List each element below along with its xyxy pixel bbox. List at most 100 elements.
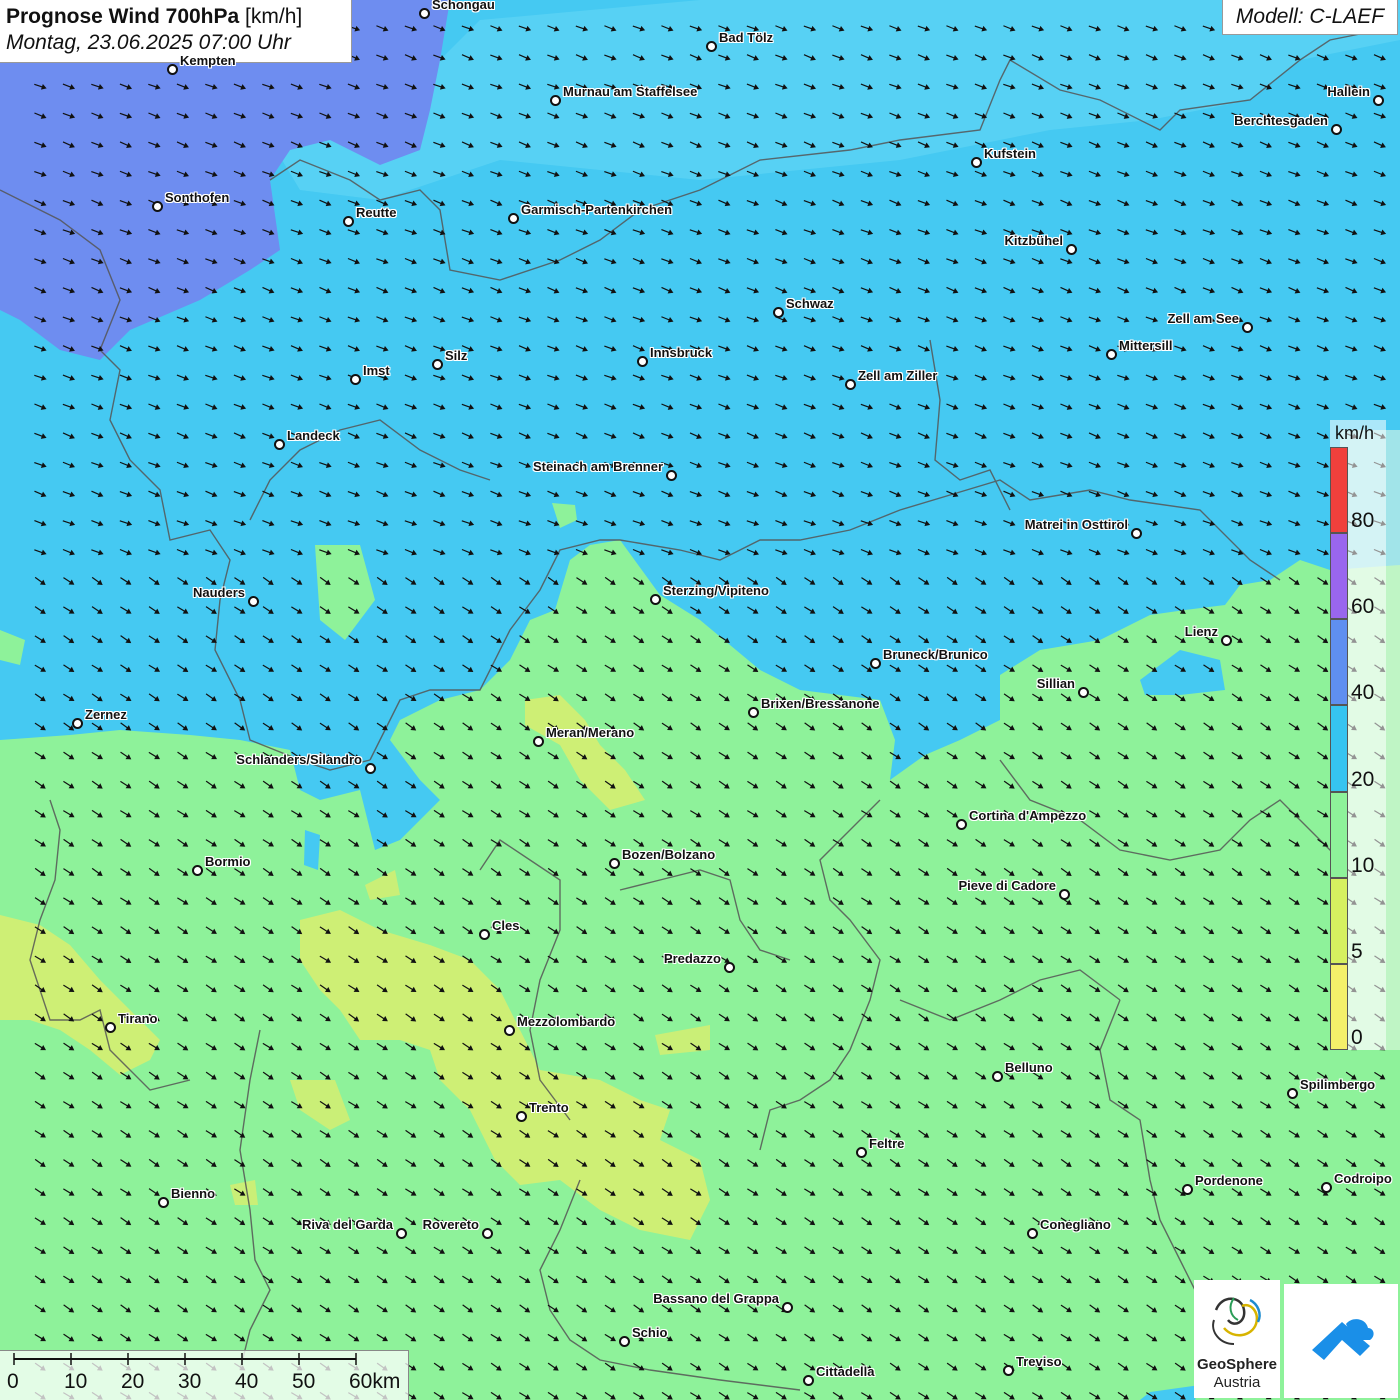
city-marker[interactable] (666, 470, 677, 481)
city-marker[interactable] (419, 8, 430, 19)
city-label[interactable]: Zell am See (1167, 311, 1239, 326)
city-label[interactable]: Bienno (171, 1186, 215, 1201)
city-label[interactable]: Rovereto (423, 1217, 479, 1232)
city-marker[interactable] (1321, 1182, 1332, 1193)
city-marker[interactable] (1242, 322, 1253, 333)
city-marker[interactable] (619, 1336, 630, 1347)
city-label[interactable]: Sonthofen (165, 190, 229, 205)
city-label[interactable]: Feltre (869, 1136, 904, 1151)
city-marker[interactable] (637, 356, 648, 367)
city-label[interactable]: Bozen/Bolzano (622, 847, 715, 862)
city-marker[interactable] (533, 736, 544, 747)
city-label[interactable]: Sillian (1037, 676, 1075, 691)
city-label[interactable]: Kempten (180, 53, 236, 68)
city-marker[interactable] (1331, 124, 1342, 135)
city-marker[interactable] (992, 1071, 1003, 1082)
city-label[interactable]: Pieve di Cadore (958, 878, 1056, 893)
city-label[interactable]: Berchtesgaden (1234, 113, 1328, 128)
city-marker[interactable] (609, 858, 620, 869)
city-label[interactable]: Cles (492, 918, 519, 933)
city-marker[interactable] (803, 1375, 814, 1386)
city-marker[interactable] (479, 929, 490, 940)
city-label[interactable]: Treviso (1016, 1354, 1062, 1369)
city-marker[interactable] (773, 307, 784, 318)
city-label[interactable]: Schlanders/Silandro (236, 752, 362, 767)
city-label[interactable]: Zernez (85, 707, 127, 722)
city-marker[interactable] (72, 718, 83, 729)
city-marker[interactable] (1106, 349, 1117, 360)
city-marker[interactable] (1003, 1365, 1014, 1376)
app-logo[interactable] (1284, 1284, 1398, 1398)
city-label[interactable]: Trento (529, 1100, 569, 1115)
city-marker[interactable] (343, 216, 354, 227)
city-marker[interactable] (1287, 1088, 1298, 1099)
city-label[interactable]: Nauders (193, 585, 245, 600)
city-label[interactable]: Innsbruck (650, 345, 712, 360)
city-label[interactable]: Bassano del Grappa (653, 1291, 779, 1306)
city-marker[interactable] (1066, 244, 1077, 255)
city-marker[interactable] (748, 707, 759, 718)
city-label[interactable]: Zell am Ziller (858, 368, 937, 383)
city-label[interactable]: Cittadella (816, 1364, 875, 1379)
city-marker[interactable] (782, 1302, 793, 1313)
city-marker[interactable] (550, 95, 561, 106)
city-marker[interactable] (1131, 528, 1142, 539)
city-label[interactable]: Silz (445, 348, 467, 363)
city-marker[interactable] (396, 1228, 407, 1239)
city-label[interactable]: Conegliano (1040, 1217, 1111, 1232)
city-marker[interactable] (1373, 95, 1384, 106)
city-marker[interactable] (706, 41, 717, 52)
city-marker[interactable] (274, 439, 285, 450)
city-marker[interactable] (192, 865, 203, 876)
city-marker[interactable] (350, 374, 361, 385)
city-label[interactable]: Sterzing/Vipiteno (663, 583, 769, 598)
city-marker[interactable] (432, 359, 443, 370)
city-label[interactable]: Spilimbergo (1300, 1077, 1375, 1092)
city-marker[interactable] (167, 64, 178, 75)
city-marker[interactable] (248, 596, 259, 607)
city-label[interactable]: Codroipo (1334, 1171, 1392, 1186)
city-label[interactable]: Matrei in Osttirol (1025, 517, 1128, 532)
city-marker[interactable] (724, 962, 735, 973)
city-label[interactable]: Hallein (1327, 84, 1370, 99)
city-label[interactable]: Schongau (432, 0, 495, 12)
city-marker[interactable] (1182, 1184, 1193, 1195)
city-label[interactable]: Schwaz (786, 296, 834, 311)
city-marker[interactable] (971, 157, 982, 168)
city-label[interactable]: Reutte (356, 205, 396, 220)
city-label[interactable]: Kitzbühel (1005, 233, 1064, 248)
city-marker[interactable] (1221, 635, 1232, 646)
city-label[interactable]: Cortina d'Ampezzo (969, 808, 1086, 823)
city-marker[interactable] (1027, 1228, 1038, 1239)
city-marker[interactable] (105, 1022, 116, 1033)
city-marker[interactable] (508, 213, 519, 224)
city-label[interactable]: Riva del Garda (302, 1217, 393, 1232)
city-marker[interactable] (365, 763, 376, 774)
city-marker[interactable] (482, 1228, 493, 1239)
wind-forecast-map[interactable]: Prognose Wind 700hPa [km/h] Montag, 23.0… (0, 0, 1400, 1400)
city-label[interactable]: Mezzolombardo (517, 1014, 615, 1029)
city-marker[interactable] (845, 379, 856, 390)
city-marker[interactable] (870, 658, 881, 669)
city-label[interactable]: Murnau am Staffelsee (563, 84, 697, 99)
city-label[interactable]: Mittersill (1119, 338, 1172, 353)
city-marker[interactable] (956, 819, 967, 830)
city-label[interactable]: Predazzo (664, 951, 721, 966)
city-label[interactable]: Steinach am Brenner (533, 459, 663, 474)
city-label[interactable]: Lienz (1185, 624, 1218, 639)
city-label[interactable]: Schio (632, 1325, 667, 1340)
city-marker[interactable] (504, 1025, 515, 1036)
city-label[interactable]: Tirano (118, 1011, 158, 1026)
city-label[interactable]: Meran/Merano (546, 725, 634, 740)
city-label[interactable]: Garmisch-Partenkirchen (521, 202, 672, 217)
city-label[interactable]: Kufstein (984, 146, 1036, 161)
city-marker[interactable] (516, 1111, 527, 1122)
city-label[interactable]: Pordenone (1195, 1173, 1263, 1188)
city-label[interactable]: Bormio (205, 854, 251, 869)
city-label[interactable]: Bruneck/Brunico (883, 647, 988, 662)
city-marker[interactable] (152, 201, 163, 212)
city-label[interactable]: Brixen/Bressanone (761, 696, 880, 711)
city-marker[interactable] (1059, 889, 1070, 900)
city-label[interactable]: Bad Tölz (719, 30, 773, 45)
city-marker[interactable] (856, 1147, 867, 1158)
